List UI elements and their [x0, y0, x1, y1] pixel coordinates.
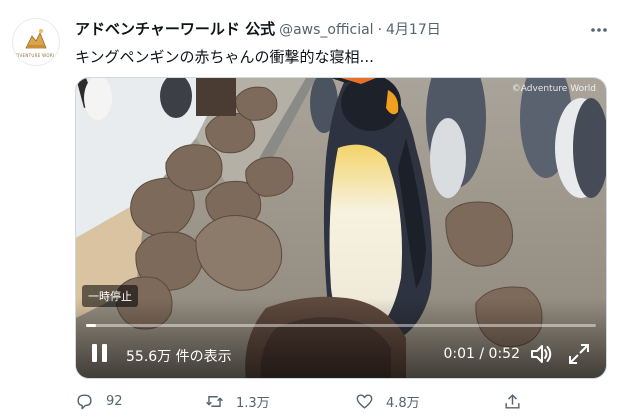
- video-time: 0:01 / 0:52: [443, 346, 521, 362]
- pause-button[interactable]: [90, 342, 110, 366]
- more-icon: [591, 28, 607, 32]
- more-button[interactable]: [590, 18, 608, 37]
- reply-icon: [77, 394, 92, 410]
- tweet-header: アドベンチャーワールド 公式 @aws_official · 4月17日: [75, 18, 590, 38]
- tweet-text: キングペンギンの赤ちゃんの衝撃的な寝相...: [75, 48, 374, 66]
- display-name[interactable]: アドベンチャーワールド 公式: [75, 18, 275, 39]
- like-button[interactable]: 4.8万: [355, 392, 420, 411]
- video-watermark: ©Adventure World: [511, 84, 596, 94]
- fullscreen-icon: [569, 344, 589, 364]
- tweet-actions: 92 1.3万 4.8万: [75, 392, 605, 414]
- avatar-logo-text: ADVENTURE WORLD: [13, 53, 59, 58]
- retweet-button[interactable]: 1.3万: [205, 392, 270, 411]
- profile-avatar[interactable]: ADVENTURE WORLD: [12, 18, 60, 66]
- share-button[interactable]: [503, 392, 522, 411]
- video-player[interactable]: ©Adventure World 一時停止 55.6万 件の表示 0:01 / …: [75, 77, 607, 379]
- avatar-logo-icon: [25, 29, 47, 49]
- volume-button[interactable]: [528, 341, 554, 367]
- progress-bar[interactable]: [86, 324, 596, 327]
- reply-count: 92: [106, 394, 123, 409]
- volume-icon: [531, 345, 552, 363]
- reply-button[interactable]: 92: [75, 392, 123, 411]
- fullscreen-button[interactable]: [566, 341, 592, 367]
- view-count: 55.6万 件の表示: [126, 349, 232, 365]
- user-handle[interactable]: @aws_official: [279, 22, 373, 38]
- share-icon: [505, 394, 520, 409]
- like-icon: [356, 394, 373, 409]
- tweet-date[interactable]: 4月17日: [386, 19, 441, 39]
- retweet-icon: [206, 396, 223, 407]
- controls-overlay: [76, 298, 606, 378]
- retweet-count: 1.3万: [236, 396, 270, 411]
- header-separator: ·: [377, 22, 383, 38]
- like-count: 4.8万: [386, 396, 420, 411]
- progress-bar-fill: [86, 324, 97, 327]
